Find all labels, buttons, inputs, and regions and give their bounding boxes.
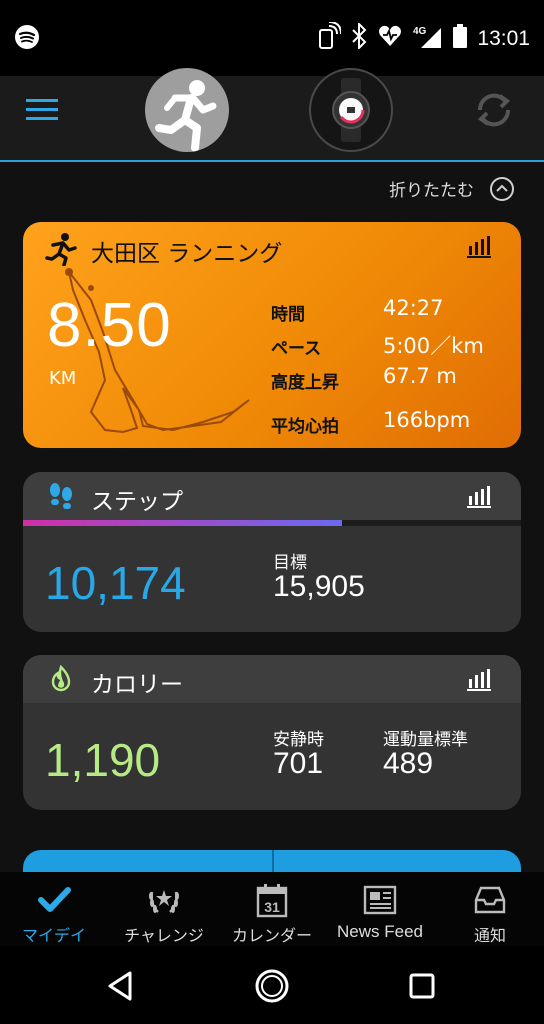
bottom-tab-bar: マイデイ チャレンジ 31 カレンダー News Feed 通知 bbox=[0, 872, 544, 946]
resting-calories-value: 701 bbox=[273, 747, 324, 780]
tab-my-day[interactable]: マイデイ bbox=[10, 872, 98, 946]
steps-progress-fill bbox=[23, 520, 342, 526]
nfc-icon bbox=[317, 21, 343, 55]
distance-value: 8.50 bbox=[47, 291, 172, 360]
tab-news-feed[interactable]: News Feed bbox=[332, 872, 428, 946]
footprints-icon bbox=[47, 482, 75, 510]
calendar-day: 31 bbox=[264, 899, 280, 915]
bar-chart-icon[interactable] bbox=[467, 236, 491, 258]
watch-device-icon[interactable] bbox=[309, 68, 393, 152]
check-icon bbox=[36, 882, 72, 918]
home-icon[interactable] bbox=[254, 968, 290, 1008]
inbox-icon bbox=[472, 882, 508, 918]
stat-value-heart-rate: 166bpm bbox=[383, 408, 471, 432]
steps-card[interactable]: ステップ 10,174 目標 15,905 bbox=[23, 472, 521, 632]
signal-icon: 4G bbox=[413, 24, 443, 53]
stat-label-time: 時間 bbox=[271, 305, 305, 325]
stat-value-time: 42:27 bbox=[383, 296, 444, 320]
bar-chart-icon[interactable] bbox=[467, 486, 491, 508]
steps-card-title: ステップ bbox=[91, 489, 183, 515]
spotify-icon bbox=[14, 24, 40, 54]
tab-calendar[interactable]: 31 カレンダー bbox=[222, 872, 322, 946]
system-nav-bar bbox=[0, 946, 544, 1024]
recent-apps-icon[interactable] bbox=[408, 972, 436, 1004]
collapse-button[interactable]: 折りたたむ bbox=[389, 176, 514, 201]
chevron-up-icon bbox=[490, 176, 514, 201]
steps-progress-bar bbox=[23, 520, 521, 526]
stat-label-heart-rate: 平均心拍 bbox=[271, 417, 339, 437]
active-calories-value: 489 bbox=[383, 747, 434, 780]
running-activity-card[interactable]: 大田区 ランニング 8.50 KM 時間 42:27 ペース 5:00／km 高… bbox=[23, 222, 521, 448]
running-card-title: 大田区 ランニング bbox=[91, 241, 283, 267]
calories-card-title: カロリー bbox=[91, 672, 183, 698]
heart-icon bbox=[377, 23, 403, 54]
bluetooth-icon bbox=[351, 21, 367, 54]
tab-label: 通知 bbox=[473, 926, 506, 945]
stat-label-elevation: 高度上昇 bbox=[271, 373, 339, 393]
app-bar-divider bbox=[0, 160, 544, 162]
sync-icon[interactable] bbox=[472, 88, 516, 132]
clock-time: 13:01 bbox=[477, 26, 530, 50]
tab-notifications[interactable]: 通知 bbox=[446, 872, 534, 946]
menu-icon[interactable] bbox=[26, 95, 58, 123]
tab-label: カレンダー bbox=[231, 926, 312, 945]
calendar-icon: 31 bbox=[254, 882, 290, 918]
status-bar: 4G 13:01 bbox=[0, 0, 544, 76]
calories-card[interactable]: カロリー 1,190 安静時 701 運動量標準 489 bbox=[23, 655, 521, 810]
flame-icon bbox=[47, 664, 75, 693]
distance-unit: KM bbox=[49, 368, 77, 389]
steps-value: 10,174 bbox=[45, 557, 186, 609]
tab-label: マイデイ bbox=[21, 926, 86, 945]
avatar-runner-icon[interactable] bbox=[145, 68, 229, 152]
running-person-icon bbox=[45, 232, 77, 267]
tab-label: チャレンジ bbox=[124, 926, 204, 945]
laurel-icon bbox=[146, 882, 182, 918]
collapse-label: 折りたたむ bbox=[389, 181, 474, 201]
steps-goal-value: 15,905 bbox=[273, 570, 365, 603]
stat-label-pace: ペース bbox=[271, 339, 322, 359]
stat-value-pace: 5:00／km bbox=[383, 334, 484, 358]
stat-value-elevation: 67.7 m bbox=[383, 364, 457, 388]
calories-value: 1,190 bbox=[45, 734, 161, 786]
back-icon[interactable] bbox=[106, 970, 138, 1006]
network-label: 4G bbox=[413, 26, 427, 37]
app-bar bbox=[0, 76, 544, 160]
newspaper-icon bbox=[362, 882, 398, 918]
tab-label: News Feed bbox=[337, 922, 423, 941]
battery-icon bbox=[453, 24, 468, 53]
bar-chart-icon[interactable] bbox=[467, 669, 491, 691]
tab-challenges[interactable]: チャレンジ bbox=[112, 872, 216, 946]
